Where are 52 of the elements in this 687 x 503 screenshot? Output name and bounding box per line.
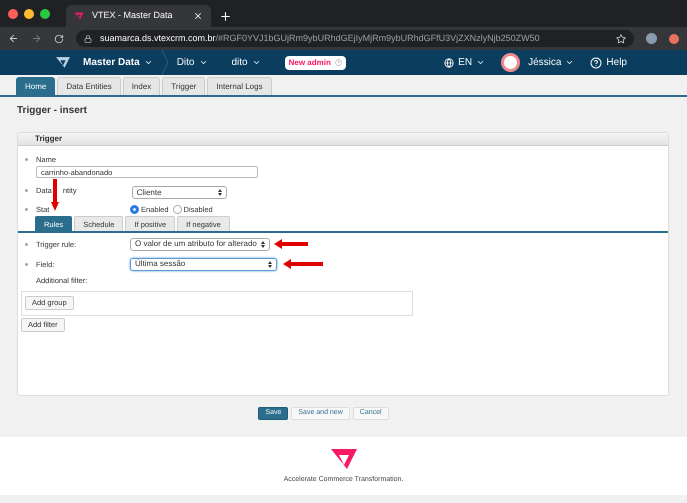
panel-header: Trigger: [18, 133, 668, 146]
bullet-icon: [25, 208, 28, 211]
user-menu[interactable]: Jéssica: [528, 55, 574, 70]
new-tab-icon[interactable]: [219, 10, 232, 23]
help-icon: [590, 56, 602, 68]
chevron-down-icon: [198, 58, 208, 67]
back-icon[interactable]: [8, 33, 19, 44]
user-avatar: [501, 53, 520, 72]
reload-icon[interactable]: [54, 34, 64, 44]
breadcrumb-menu[interactable]: dito: [232, 55, 261, 70]
trigger-rule-select[interactable]: O valor de um atributo for alterado: [130, 238, 270, 251]
lock-icon: [84, 34, 92, 42]
field-select[interactable]: Última sessão: [130, 258, 277, 271]
chevron-down-icon: [565, 58, 574, 67]
profile-avatar[interactable]: [646, 33, 657, 44]
app-menu[interactable]: Master Data: [83, 55, 153, 70]
pointer-arrow: [51, 179, 59, 211]
forward-icon[interactable]: [31, 33, 42, 44]
star-icon[interactable]: [616, 34, 626, 44]
chevron-down-icon: [252, 58, 261, 67]
vtex-logo-icon: [55, 56, 71, 69]
close-icon[interactable]: [193, 11, 203, 21]
bullet-icon: [25, 242, 28, 246]
bullet-icon: [25, 262, 28, 266]
up-down-caret-icon: [268, 260, 272, 268]
chevron-down-icon: [476, 58, 486, 67]
browser-tab[interactable]: VTEX - Master Data: [66, 5, 211, 27]
new-admin-badge[interactable]: New admin: [284, 56, 346, 70]
nav-tab[interactable]: Index: [122, 77, 160, 95]
extension-icon[interactable]: [669, 34, 679, 44]
help-icon: [334, 59, 342, 66]
tab-logo-icon: [74, 12, 84, 20]
language-menu[interactable]: EN: [444, 55, 486, 70]
bullet-icon: [25, 158, 28, 161]
globe-icon: [444, 58, 454, 68]
breadcrumb-menu[interactable]: Dito: [176, 55, 208, 70]
address-bar[interactable]: suamarca.ds.vtexcrm.com.br/#RGF0YVJ1bGUjRm9ybURhdGEjIyMjRm9ybURhdGFfU3VjZXNzlyNjb250ZW50: [76, 30, 634, 47]
breadcrumb-divider-icon: [160, 50, 169, 75]
help-link[interactable]: Help: [590, 55, 627, 70]
nav-tab[interactable]: Home: [16, 77, 56, 95]
page-title: Trigger - insert: [17, 104, 88, 118]
bullet-icon: [25, 189, 28, 192]
data-entity-select[interactable]: Cliente: [132, 186, 227, 200]
pointer-arrow: [274, 239, 308, 250]
up-down-caret-icon: [261, 240, 265, 248]
nav-tab[interactable]: Data Entities: [57, 77, 121, 95]
up-down-caret-icon: [218, 189, 222, 196]
nav-tab[interactable]: Internal Logs: [207, 77, 272, 95]
chevron-down-icon: [144, 58, 153, 67]
vtex-logo-icon: [328, 446, 358, 471]
pointer-arrow: [283, 259, 323, 270]
nav-tab[interactable]: Trigger: [162, 77, 206, 95]
